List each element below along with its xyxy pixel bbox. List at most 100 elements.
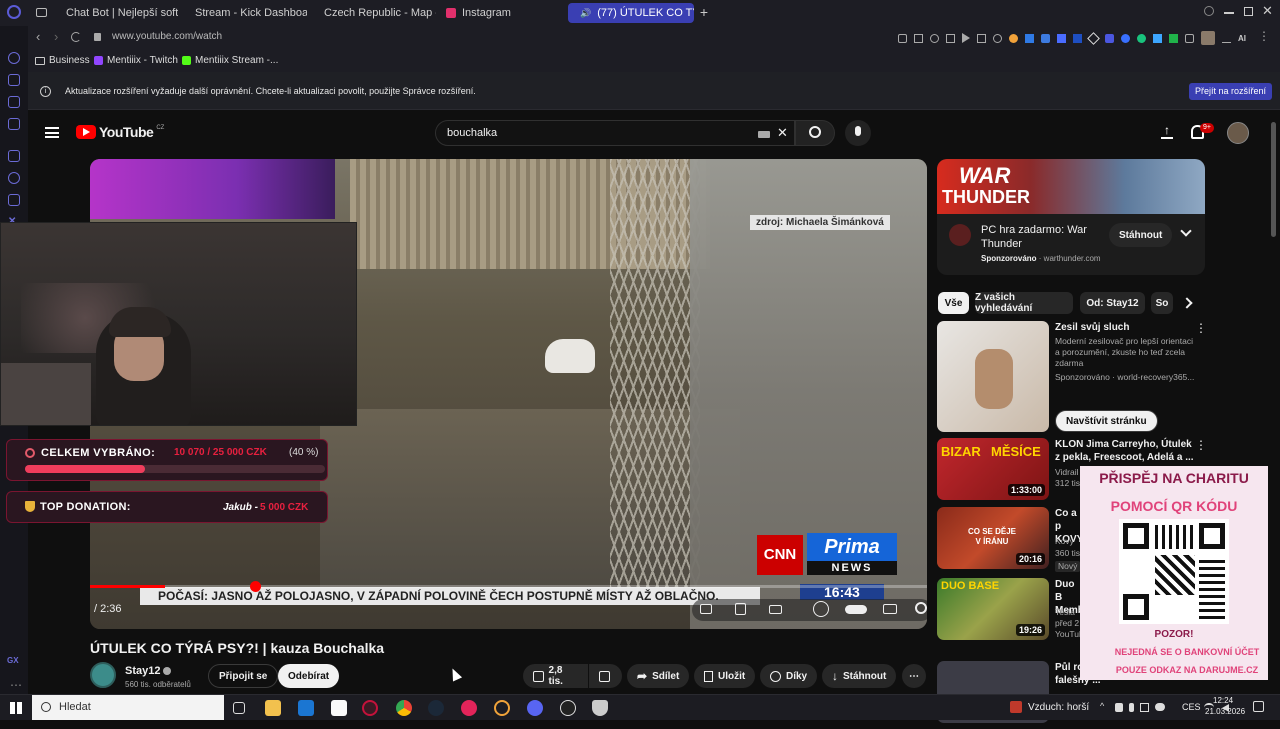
- back-button[interactable]: ‹: [36, 29, 40, 44]
- chip-related[interactable]: So: [1151, 292, 1173, 314]
- like-button[interactable]: 2,8 tis.: [523, 664, 588, 688]
- heart-icon[interactable]: [993, 33, 1002, 43]
- weather-text[interactable]: Vzduch: horší: [1028, 702, 1089, 713]
- subtitles-icon[interactable]: [883, 604, 897, 614]
- chip-from-searches[interactable]: Z vašich vyhledávání: [975, 292, 1073, 314]
- pin-icon[interactable]: [898, 33, 907, 43]
- reader-icon[interactable]: [977, 33, 986, 43]
- share-button[interactable]: ➦ Sdílet: [627, 664, 690, 688]
- chips-next-icon[interactable]: [1181, 297, 1193, 309]
- opera-gx-icon[interactable]: [362, 700, 378, 716]
- tray-chevron-icon[interactable]: ^: [1100, 701, 1104, 711]
- steam-icon[interactable]: [428, 700, 444, 716]
- tab-chatbot[interactable]: Chat Bot | Nejlepší softwa: [54, 3, 178, 23]
- save-button[interactable]: Uložit: [694, 664, 756, 688]
- extensions-icon[interactable]: [1185, 33, 1194, 43]
- chrome-icon[interactable]: [396, 700, 412, 716]
- app-ring-icon[interactable]: [494, 700, 510, 716]
- voice-search-button[interactable]: [845, 120, 871, 146]
- thanks-button[interactable]: Díky: [760, 664, 818, 688]
- extension-grid-icon[interactable]: [1153, 33, 1162, 43]
- more-sidebar-icon[interactable]: ⋯: [10, 678, 22, 692]
- search-tabs-icon[interactable]: [1204, 6, 1214, 16]
- chatgpt-icon[interactable]: [1137, 33, 1146, 43]
- tab-manager-icon[interactable]: [36, 8, 47, 17]
- close-window-button[interactable]: ✕: [1262, 3, 1273, 19]
- download-button[interactable]: ↓ Stáhnout: [822, 664, 897, 688]
- search-input[interactable]: bouchalka: [447, 127, 497, 139]
- go-to-extensions-button[interactable]: Přejít na rozšíření: [1189, 83, 1273, 100]
- kebab-icon[interactable]: ⋮: [1195, 438, 1207, 452]
- clip-icon[interactable]: [735, 603, 746, 615]
- bookmark-business[interactable]: Business: [35, 55, 90, 66]
- minimize-button[interactable]: [1224, 12, 1234, 14]
- pen-icon[interactable]: [1087, 31, 1100, 45]
- ad-card[interactable]: WAR THUNDER PC hra zadarmo: War Thunder …: [937, 159, 1205, 275]
- page-scrollbar[interactable]: [1271, 122, 1276, 237]
- bookmark-kick[interactable]: Mentiiix Stream -...: [182, 55, 278, 66]
- channel-avatar[interactable]: [90, 662, 116, 688]
- network-icon[interactable]: [1140, 703, 1149, 712]
- adblock-icon[interactable]: [930, 33, 939, 43]
- youtube-logo[interactable]: YouTube CZ: [76, 124, 164, 140]
- gmail-icon[interactable]: [8, 118, 20, 130]
- forward-button[interactable]: ›: [54, 29, 58, 44]
- new-tab-button[interactable]: +: [697, 5, 711, 19]
- channel-name[interactable]: Stay12: [125, 665, 172, 677]
- maximize-button[interactable]: [1244, 7, 1253, 16]
- app-tray-icon[interactable]: [1115, 703, 1123, 712]
- account-avatar[interactable]: [1227, 122, 1249, 144]
- discord-icon[interactable]: [8, 194, 20, 206]
- messenger-icon[interactable]: [8, 52, 20, 64]
- extension-purple-icon[interactable]: [1105, 33, 1114, 43]
- list-item[interactable]: Zesil svůj sluch Moderní zesilovač pro l…: [937, 321, 1207, 436]
- join-button[interactable]: Připojit se: [208, 664, 279, 688]
- settings-sidebar-icon[interactable]: GX: [7, 656, 19, 665]
- tab-youtube-active[interactable]: 🔊(77) ÚTULEK CO TÝRÁ: [568, 3, 694, 23]
- cloud-tray-icon[interactable]: [1155, 703, 1165, 711]
- player-icon[interactable]: [962, 33, 970, 43]
- extension-puzzle-icon[interactable]: [1057, 33, 1066, 43]
- clear-search-icon[interactable]: ✕: [777, 125, 788, 141]
- search-button[interactable]: [795, 120, 835, 146]
- download-green-icon[interactable]: [1169, 33, 1178, 43]
- app-shield-icon[interactable]: [592, 700, 608, 716]
- discord-taskbar-icon[interactable]: [527, 700, 543, 716]
- translate-icon[interactable]: [946, 33, 955, 43]
- windows-start-icon[interactable]: [10, 702, 22, 714]
- obs-icon[interactable]: [560, 700, 576, 716]
- file-explorer-icon[interactable]: [265, 700, 281, 716]
- more-actions-button[interactable]: ⋯: [902, 664, 926, 688]
- chip-all[interactable]: Vše: [938, 292, 969, 314]
- screenshot-icon[interactable]: [914, 33, 923, 43]
- tab-instagram[interactable]: Instagram: [440, 3, 564, 23]
- pip-icon[interactable]: [700, 604, 712, 614]
- menu-kebab-icon[interactable]: ⋮: [1258, 29, 1270, 43]
- chip-from-channel[interactable]: Od: Stay12: [1080, 292, 1145, 314]
- reload-icon[interactable]: [71, 32, 81, 42]
- autoplay-toggle[interactable]: [845, 605, 867, 614]
- twitch-icon[interactable]: [8, 150, 20, 162]
- store-icon[interactable]: [331, 700, 347, 716]
- kebab-icon[interactable]: ⋮: [1195, 321, 1207, 335]
- mail-icon[interactable]: [8, 96, 20, 108]
- language-indicator[interactable]: CES: [1182, 702, 1201, 712]
- extension-square-icon[interactable]: [1073, 33, 1082, 43]
- mic-tray-icon[interactable]: [1129, 703, 1134, 712]
- upload-icon[interactable]: ↑: [1161, 124, 1173, 139]
- ad-download-button[interactable]: Stáhnout: [1109, 223, 1173, 247]
- extension-link-icon[interactable]: [1041, 33, 1050, 43]
- visit-site-button[interactable]: Navštívit stránku: [1055, 410, 1158, 432]
- subscribe-button[interactable]: Odebírat: [278, 664, 340, 688]
- clock-time[interactable]: 12:24: [1213, 696, 1233, 705]
- ai-icon[interactable]: AI: [1238, 34, 1246, 43]
- play-next-icon[interactable]: [813, 601, 829, 617]
- clock-date[interactable]: 21.03.2026: [1205, 707, 1245, 716]
- profile-icon[interactable]: [8, 74, 20, 86]
- extension-color-icon[interactable]: [1009, 33, 1018, 43]
- task-view-icon[interactable]: [233, 702, 245, 714]
- speaker-icon[interactable]: 🔊: [580, 8, 591, 19]
- extension-cloud-icon[interactable]: [1121, 33, 1130, 43]
- camera-icon[interactable]: [769, 605, 782, 614]
- search-box[interactable]: bouchalka ✕: [435, 120, 795, 146]
